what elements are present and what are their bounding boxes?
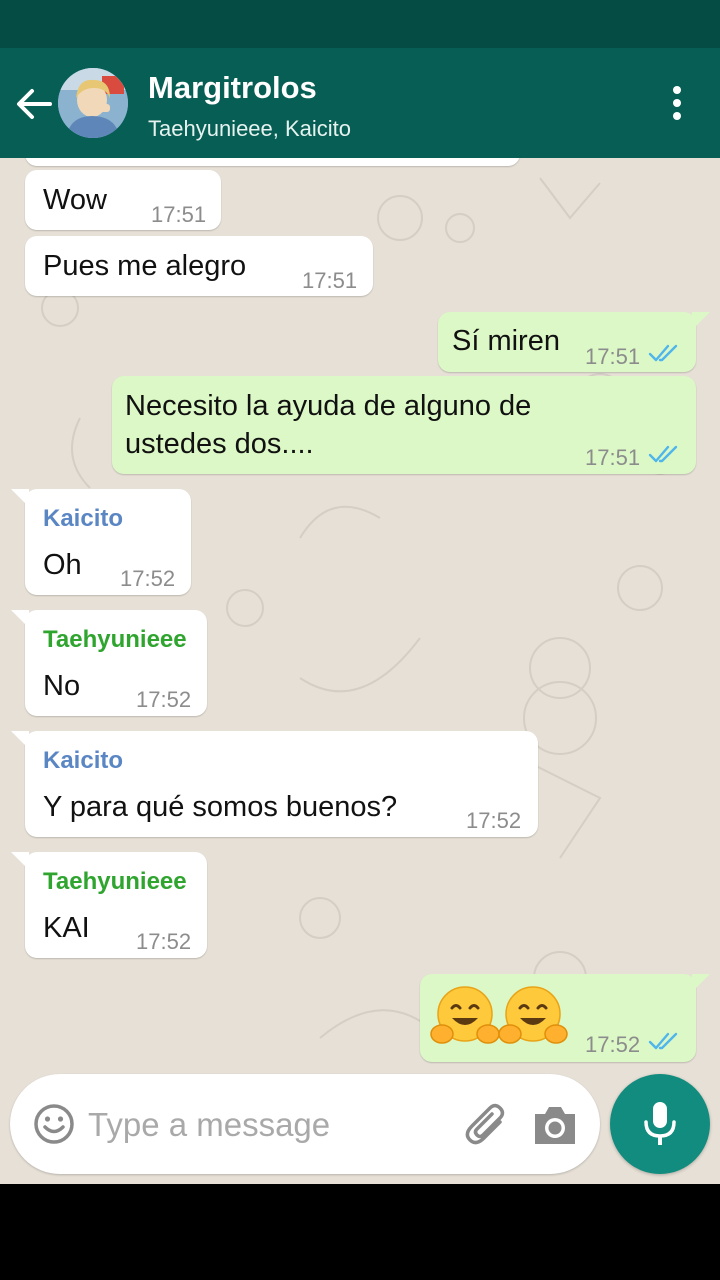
message-text: Oh [43,549,82,581]
chat-title[interactable]: Margitrolos [148,70,317,106]
message-time: 17:52 [120,566,176,591]
message-bubble-outgoing[interactable]: Necesito la ayuda de alguno de ustedes d… [112,376,696,474]
chat-header: Margitrolos Taehyunieee, Kaicito [0,48,720,158]
double-check-icon [648,344,678,362]
message-time: 17:52 [585,1032,641,1057]
back-arrow-icon[interactable] [14,86,54,122]
system-nav-bar [0,1184,720,1280]
avatar[interactable] [58,68,128,138]
message-bubble[interactable]: Kaicito Oh 17:52 [11,489,191,595]
hugging-face-icon [498,986,568,1044]
sender-name[interactable]: Taehyunieee [43,626,187,654]
hugging-face-icon [430,986,500,1044]
message-text: Wow [43,184,107,216]
paperclip-icon[interactable] [462,1100,512,1150]
message-time: 17:52 [136,929,192,954]
message-text-line-2: ustedes dos.... [125,428,314,460]
message-text: Sí miren [452,325,560,357]
sender-name[interactable]: Kaicito [43,747,123,775]
more-vert-icon[interactable] [662,82,692,124]
message-composer [10,1074,600,1174]
camera-icon[interactable] [530,1102,580,1148]
mic-button[interactable] [610,1074,710,1174]
message-time: 17:51 [585,344,641,369]
message-bubble-outgoing[interactable]: Sí miren 17:51 [438,312,710,372]
message-bubble-partial[interactable] [25,158,520,166]
message-text: Pues me alegro [43,250,247,282]
message-text: Y para qué somos buenos? [43,791,398,823]
message-bubble[interactable]: Taehyunieee KAI 17:52 [11,852,207,958]
sender-name[interactable]: Taehyunieee [43,868,187,896]
message-bubble[interactable]: Wow 17:51 [25,170,221,230]
status-bar [0,0,720,48]
chat-area[interactable]: Wow 17:51 Pues me alegro 17:51 Sí miren … [0,158,720,1184]
message-text: No [43,670,81,702]
double-check-icon [648,445,678,463]
message-bubble[interactable]: Taehyunieee No 17:52 [11,610,207,716]
message-time: 17:52 [466,808,522,833]
mic-icon [644,1102,676,1145]
chat-participants[interactable]: Taehyunieee, Kaicito [148,116,351,142]
message-time: 17:51 [302,268,358,293]
double-check-icon [648,1032,678,1050]
message-time: 17:52 [136,687,192,712]
sender-name[interactable]: Kaicito [43,505,123,533]
message-time: 17:51 [585,445,641,470]
message-time: 17:51 [151,202,207,227]
message-bubble-outgoing[interactable]: 17:52 [420,974,710,1062]
message-bubble[interactable]: Pues me alegro 17:51 [25,236,373,296]
message-text: KAI [43,912,90,944]
message-bubble[interactable]: Kaicito Y para qué somos buenos? 17:52 [11,731,538,837]
emoji-icon[interactable] [32,1102,76,1146]
message-input[interactable] [86,1096,450,1154]
message-text-line-1: Necesito la ayuda de alguno de [125,390,532,422]
